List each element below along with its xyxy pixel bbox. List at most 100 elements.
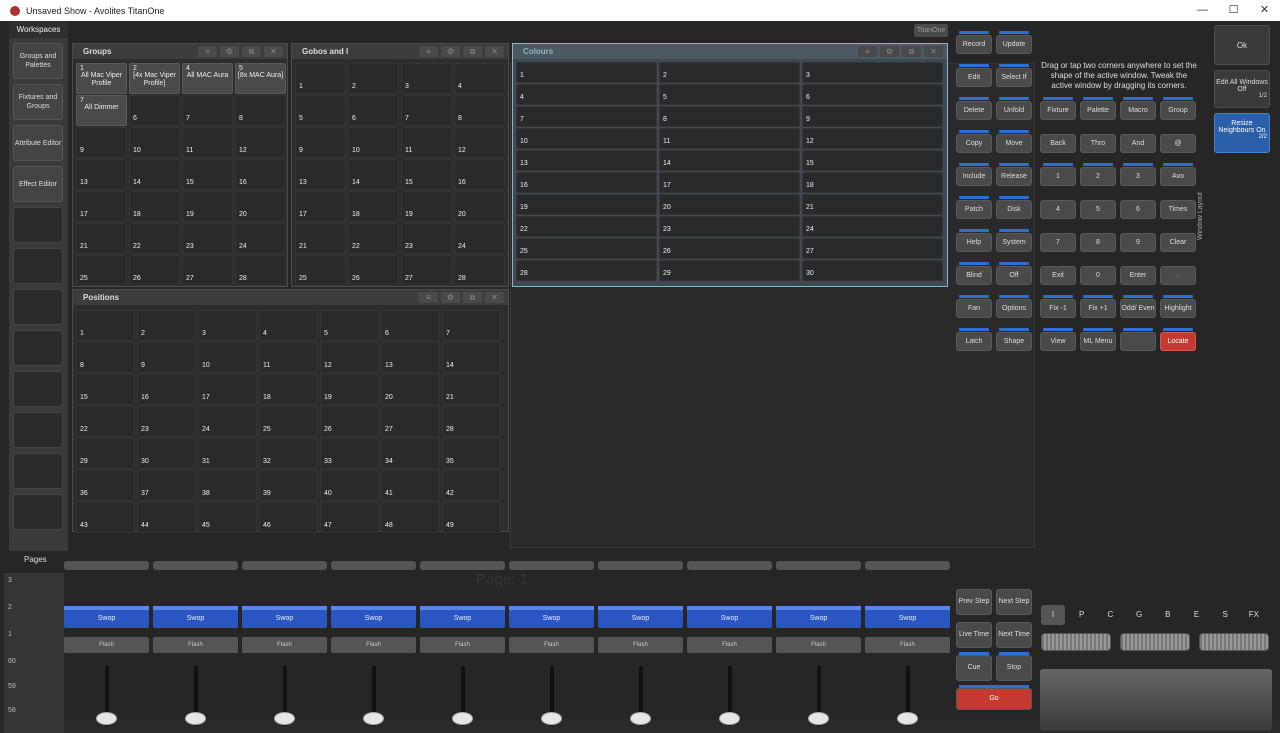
keypad-button[interactable]: Back [1040,134,1076,153]
position-palette-slot[interactable]: 14 [442,342,501,373]
position-palette-slot[interactable]: 30 [137,438,196,469]
close-icon[interactable]: ✕ [264,46,283,57]
control-button[interactable]: Unfold [996,97,1032,120]
control-button[interactable]: Include [956,163,992,186]
page-tab[interactable] [776,561,861,570]
keypad-button[interactable]: 0 [1080,266,1116,285]
position-palette-slot[interactable]: 26 [320,406,379,437]
position-palette-slot[interactable]: 46 [259,502,318,533]
position-palette-slot[interactable]: 43 [76,502,135,533]
fader-knob[interactable] [274,712,295,725]
position-palette-slot[interactable]: 39 [259,470,318,501]
position-palette-slot[interactable]: 3 [198,310,257,341]
gear-icon[interactable]: ⚙ [441,46,460,57]
position-palette-slot[interactable]: 18 [259,374,318,405]
swop-button[interactable]: Swop [153,606,238,628]
swop-button[interactable]: Swop [420,606,505,628]
position-palette-slot[interactable]: 7 [442,310,501,341]
gobo-palette-slot[interactable]: 26 [348,255,399,286]
colour-palette-slot[interactable]: 5 [659,84,800,105]
fader-knob[interactable] [363,712,384,725]
window-menu-icon[interactable]: ≡ [419,292,438,303]
gobo-palette-slot[interactable]: 13 [295,159,346,190]
swop-button[interactable]: Swop [687,606,772,628]
control-button[interactable]: Move [996,130,1032,153]
gobo-palette-slot[interactable]: 17 [295,191,346,222]
colour-palette-slot[interactable]: 18 [802,172,943,193]
gear-icon[interactable]: ⚙ [220,46,239,57]
position-palette-slot[interactable]: 33 [320,438,379,469]
page-tab[interactable] [64,561,149,570]
colour-palette-slot[interactable]: 15 [802,150,943,171]
maximize-button[interactable]: ☐ [1218,0,1249,21]
group-palette-slot[interactable]: 17 [76,191,127,222]
colour-palette-slot[interactable]: 27 [802,238,943,259]
go-button[interactable]: Go [956,685,1032,710]
colour-palette-slot[interactable]: 13 [516,150,657,171]
group-palette-slot[interactable]: 21 [76,223,127,254]
swop-button[interactable]: Swop [598,606,683,628]
gobo-palette-slot[interactable]: 28 [454,255,505,286]
keypad-button[interactable]: Enter [1120,266,1156,285]
position-palette-slot[interactable]: 6 [381,310,440,341]
gobos-window[interactable]: Gobos and I ≡ ⚙ ⧉ ✕ 1 2 3 4 5 6 7 8 9 10 11 12 13 14 15 16… [291,43,509,287]
attribute-group-button[interactable]: G [1127,605,1151,625]
groups-window[interactable]: Groups ≡ ⚙ ⧉ ✕ 1 All Mac Viper Profile 2 [4x M… [72,43,288,287]
colour-palette-slot[interactable]: 3 [802,62,943,83]
page-scale[interactable]: 3 2 1 60 59 58 [4,573,64,733]
close-button[interactable]: ✕ [1249,0,1280,21]
position-palette-slot[interactable]: 37 [137,470,196,501]
workspace-attribute-editor[interactable]: Attribute Editor [13,125,63,161]
swop-button[interactable]: Swop [776,606,861,628]
attribute-group-button[interactable]: C [1098,605,1122,625]
fader-knob[interactable] [452,712,473,725]
gobo-palette-slot[interactable]: 12 [454,127,505,158]
attribute-group-button[interactable]: E [1185,605,1209,625]
swop-button[interactable]: Swop [242,606,327,628]
keypad-button[interactable]: Macro [1120,97,1156,120]
position-palette-slot[interactable]: 36 [76,470,135,501]
titanone-tab[interactable]: TitanOne [914,24,948,37]
group-palette-slot[interactable]: 15 [182,159,233,190]
control-button[interactable]: Edit [956,64,992,87]
colour-palette-slot[interactable]: 29 [659,260,800,281]
resize-icon[interactable]: ⧉ [463,292,482,303]
control-button[interactable]: Copy [956,130,992,153]
position-palette-slot[interactable]: 40 [320,470,379,501]
group-palette-slot[interactable]: 13 [76,159,127,190]
group-palette-slot[interactable]: 19 [182,191,233,222]
attribute-group-button[interactable]: P [1070,605,1094,625]
position-palette-slot[interactable]: 15 [76,374,135,405]
encoder-wheel-3[interactable] [1199,633,1269,651]
keypad-button[interactable]: Fix -1 [1040,295,1076,318]
keypad-button[interactable] [1120,328,1156,351]
position-palette-slot[interactable]: 10 [198,342,257,373]
group-palette-slot[interactable]: 10 [129,127,180,158]
control-button[interactable]: Select If [996,64,1032,87]
colour-palette-slot[interactable]: 19 [516,194,657,215]
flash-button[interactable]: Flash [509,637,594,653]
colour-palette-slot[interactable]: 6 [802,84,943,105]
colour-palette-slot[interactable]: 14 [659,150,800,171]
position-palette-slot[interactable]: 17 [198,374,257,405]
gobo-palette-slot[interactable]: 18 [348,191,399,222]
position-palette-slot[interactable]: 31 [198,438,257,469]
position-palette-slot[interactable]: 2 [137,310,196,341]
position-palette-slot[interactable]: 22 [76,406,135,437]
gear-icon[interactable]: ⚙ [880,46,899,57]
close-icon[interactable]: ✕ [485,46,504,57]
gobo-palette-slot[interactable]: 9 [295,127,346,158]
position-palette-slot[interactable]: 47 [320,502,379,533]
gobo-palette-slot[interactable]: 10 [348,127,399,158]
workspace-empty[interactable] [13,289,63,325]
resize-icon[interactable]: ⧉ [242,46,261,57]
group-palette-slot[interactable]: 7 [182,95,233,126]
group-palette-slot[interactable]: 18 [129,191,180,222]
colours-window[interactable]: Colours ≡ ⚙ ⧉ ✕ 1 2 3 4 5 6 7 8 9 10 11 12 13 14 15 16 17 18… [512,43,948,287]
colour-palette-slot[interactable]: 1 [516,62,657,83]
attribute-group-button[interactable]: B [1156,605,1180,625]
colour-palette-slot[interactable]: 17 [659,172,800,193]
position-palette-slot[interactable]: 41 [381,470,440,501]
group-palette-filled[interactable]: 1 All Mac Viper Profile [76,63,127,94]
position-palette-slot[interactable]: 4 [259,310,318,341]
